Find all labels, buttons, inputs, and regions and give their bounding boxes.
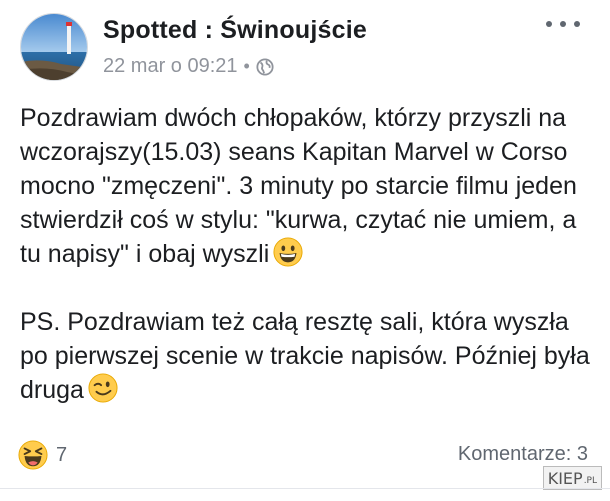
winking-face-emoji [88, 373, 118, 403]
grinning-face-emoji [273, 237, 303, 267]
comments-count-link[interactable]: Komentarze: 3 [458, 443, 588, 466]
reactions-summary[interactable]: 7 [18, 440, 67, 470]
page-name-link[interactable]: Spotted : Świnoujście [103, 16, 367, 45]
avatar[interactable] [20, 13, 88, 81]
meta-separator: • [243, 56, 250, 76]
avatar-lighthouse-photo [21, 14, 87, 80]
kiep-watermark-logo: KIEP .PL [542, 466, 602, 490]
facebook-post: Spotted : Świnoujście 22 mar o 09:21 • P… [0, 0, 610, 501]
more-options-icon[interactable] [546, 14, 580, 34]
post-date[interactable]: 22 mar o 09:21 [103, 55, 238, 78]
footer-divider [0, 488, 610, 489]
globe-icon [256, 57, 274, 76]
post-meta: 22 mar o 09:21 • [103, 55, 274, 78]
reaction-count: 7 [56, 443, 68, 466]
post-paragraph-1: Pozdrawiam dwóch chłopaków, którzy przys… [20, 101, 595, 271]
watermark-brand: KIEP [547, 468, 583, 488]
post-paragraph-2: PS. Pozdrawiam też całą resztę sali, któ… [20, 305, 595, 407]
haha-icon [18, 440, 48, 470]
post-footer: 7 Komentarze: 3 [18, 440, 588, 470]
post-body: Pozdrawiam dwóch chłopaków, którzy przys… [20, 101, 595, 407]
watermark-tld: .PL [583, 476, 597, 486]
